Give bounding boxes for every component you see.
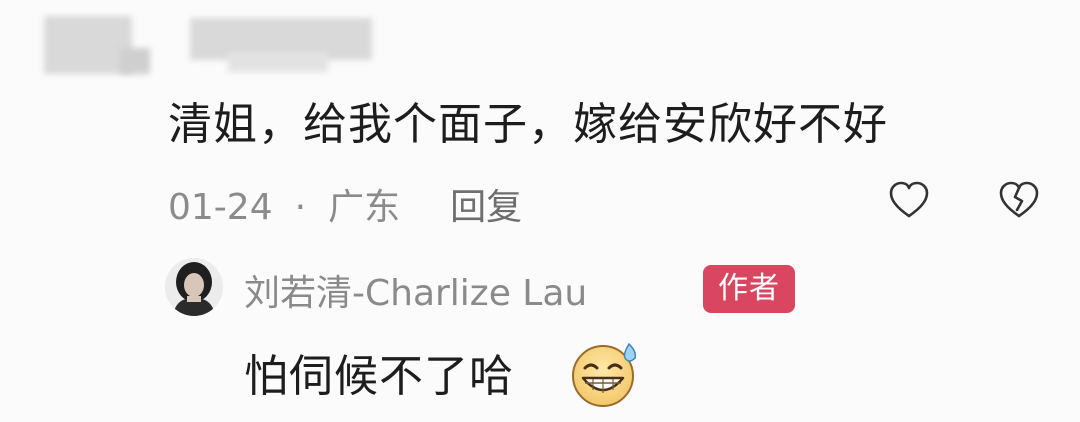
- comment-meta: 01-24 · 广东 回复: [168, 178, 522, 230]
- comment-text: 清姐，给我个面子，嫁给安欣好不好: [168, 99, 888, 150]
- broken-heart-icon[interactable]: [998, 180, 1040, 220]
- censored-avatar: [44, 16, 132, 74]
- heart-outline-icon[interactable]: [888, 180, 930, 220]
- reply-text: 怕伺候不了哈: [244, 351, 514, 402]
- comment-thread: 清姐，给我个面子，嫁给安欣好不好 01-24 · 广东 回复 刘若清-Charlize…: [0, 0, 1080, 422]
- meta-separator: ·: [294, 187, 307, 228]
- reply-author-name[interactable]: 刘若清-Charlize Lau: [244, 264, 587, 316]
- reply-button[interactable]: 回复: [450, 178, 522, 230]
- author-badge: 作者: [703, 265, 795, 313]
- comment-date: 01-24: [168, 187, 273, 228]
- censored-avatar-corner: [120, 48, 150, 74]
- avatar[interactable]: [165, 258, 223, 316]
- avatar-portrait-icon: [165, 258, 223, 316]
- censored-username-tail: [228, 52, 328, 72]
- comment-location: 广东: [328, 187, 401, 228]
- grinning-sweat-emoji-icon: [572, 342, 637, 407]
